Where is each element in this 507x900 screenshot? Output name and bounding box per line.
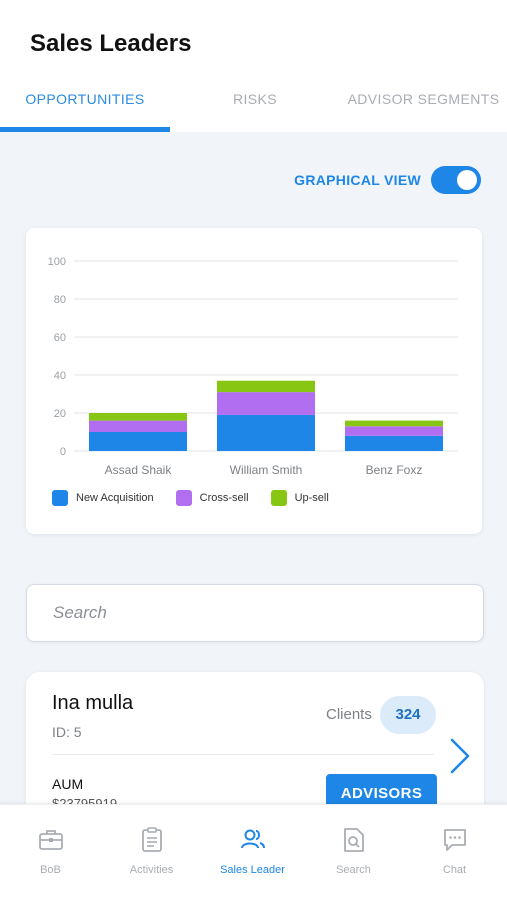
nav-label-chat: Chat [442, 864, 467, 876]
legend-swatch [175, 490, 192, 506]
legend-swatch [270, 490, 287, 506]
bar-segment [345, 426, 443, 436]
tab-risks[interactable]: RISKS [190, 80, 320, 132]
bar-segment [345, 420, 443, 427]
page-title: Sales Leaders [30, 30, 192, 57]
briefcase-icon [39, 830, 63, 850]
nav-item-chat[interactable]: Chat [404, 805, 505, 900]
nav-label-bob: BoB [40, 864, 61, 876]
bar-segment [217, 414, 315, 451]
app-header: Sales Leaders OPPORTUNITIES RISKS ADVISO… [0, 0, 507, 132]
y-tick-label: 60 [54, 332, 66, 344]
y-tick-label: 20 [54, 408, 66, 420]
search-input[interactable] [53, 585, 453, 641]
aum-label: AUM [52, 776, 84, 792]
tab-bar: OPPORTUNITIES RISKS ADVISOR SEGMENTS [0, 80, 507, 132]
search-document-icon [344, 828, 364, 852]
bar-segment [89, 432, 187, 451]
toggle-knob [457, 170, 477, 190]
chat-icon [444, 829, 466, 851]
nav-label-search: Search [336, 864, 371, 876]
bar-segment [89, 413, 187, 421]
tab-opportunities[interactable]: OPPORTUNITIES [0, 80, 170, 132]
nav-label-sales-leader: Sales Leader [220, 864, 285, 876]
legend-swatch [52, 490, 68, 506]
nav-item-search[interactable]: Search [303, 805, 404, 900]
y-tick-label: 40 [54, 370, 66, 382]
tab-active-indicator [0, 127, 170, 132]
clients-count-badge: 324 [380, 696, 436, 734]
nav-item-activities[interactable]: Activities [101, 805, 202, 900]
bottom-navigation: BoB Activities Sales Leader Search Chat [0, 804, 507, 900]
stacked-bar-chart: 100 80 60 40 20 0 Assad Shaik William Smith Benz… [48, 256, 458, 477]
leader-id: ID: 5 [52, 724, 82, 740]
x-category-label: Benz Foxz [366, 463, 423, 477]
people-icon [241, 829, 265, 849]
y-tick-label: 0 [60, 446, 66, 458]
legend-item: New Acquisition [52, 490, 154, 506]
legend-label: New Acquisition [76, 492, 154, 504]
legend-label: Up-sell [294, 492, 329, 504]
legend-item: Up-sell [270, 490, 329, 506]
bar-segment [345, 435, 443, 451]
bar-segment [217, 392, 315, 415]
clipboard-icon [142, 827, 162, 852]
bar-segment [217, 380, 315, 393]
x-category-label: William Smith [230, 463, 303, 477]
nav-label-activities: Activities [129, 864, 174, 876]
nav-item-sales-leader[interactable]: Sales Leader [202, 805, 303, 900]
legend-item: Cross-sell [175, 490, 249, 506]
clients-label: Clients [326, 706, 372, 723]
x-category-label: Assad Shaik [105, 463, 173, 477]
tab-advisor-segments[interactable]: ADVISOR SEGMENTS [340, 80, 507, 132]
chevron-right-icon[interactable] [446, 734, 474, 778]
card-divider [52, 754, 434, 755]
y-tick-label: 100 [48, 256, 66, 268]
chart-card: 100 80 60 40 20 0 Assad Shaik William Smith Benz… [26, 228, 482, 534]
graphical-view-label: GRAPHICAL VIEW [294, 172, 421, 188]
graphical-view-toggle[interactable] [431, 166, 481, 194]
search-box [26, 584, 484, 642]
chart-legend: New Acquisition Cross-sell Up-sell [52, 490, 351, 506]
graphical-view-toggle-row: GRAPHICAL VIEW [294, 166, 481, 194]
bar-segment [89, 420, 187, 432]
leader-name: Ina mulla [52, 692, 134, 714]
nav-item-bob[interactable]: BoB [0, 805, 101, 900]
y-tick-label: 80 [54, 294, 66, 306]
legend-label: Cross-sell [199, 492, 249, 504]
